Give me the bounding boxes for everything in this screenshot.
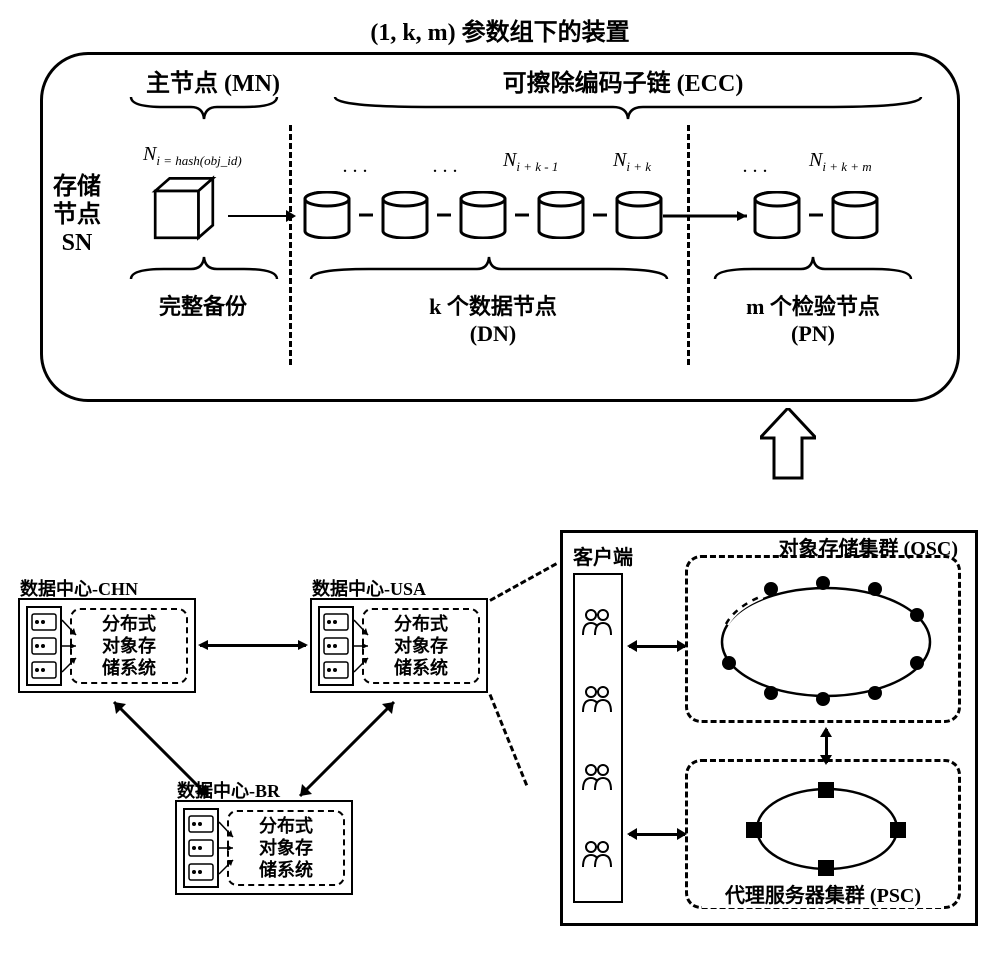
osc-ring — [706, 572, 946, 712]
dc-chn: 数据中心-CHN 分布式对象存储系统 — [18, 598, 196, 693]
server-icon — [31, 613, 57, 631]
cylinder-icon — [751, 191, 803, 239]
brace-dn — [309, 255, 669, 281]
server-icon — [323, 637, 349, 655]
psc-node — [890, 822, 906, 838]
separator-2 — [687, 125, 690, 365]
osc-title: 对象存储集群 (OSC) — [779, 532, 958, 561]
top-container: 主节点 (MN) 可擦除编码子链 (ECC) Ni = hash(obj_id)… — [40, 52, 960, 402]
client-column — [573, 573, 623, 903]
link-chn-br — [106, 694, 216, 804]
osc-node — [816, 576, 830, 590]
arrow-client-psc — [629, 833, 685, 836]
cylinder-icon — [457, 191, 509, 239]
dc-sys-label: 分布式对象存储系统 — [227, 810, 345, 886]
link-chn-usa — [200, 644, 306, 647]
big-arrow-up — [760, 408, 816, 480]
osc-box: 对象存储集群 (OSC) — [685, 555, 961, 723]
ecc-label: 可擦除编码子链 (ECC) — [363, 63, 883, 98]
dc-usa: 数据中心-USA 分布式对象存储系统 — [310, 598, 488, 693]
link-icon — [359, 210, 373, 220]
dc-sys-label: 分布式对象存储系统 — [70, 608, 188, 684]
diagram-title: (1, k, m) 参数组下的装置 — [0, 12, 1000, 47]
cylinder-icon — [829, 191, 881, 239]
mn-label: 主节点 (MN) — [103, 63, 323, 98]
node-ik-label: Ni + k — [613, 149, 651, 175]
node-i-label: Ni = hash(obj_id) — [143, 143, 242, 169]
osc-node — [816, 692, 830, 706]
cylinder-icon — [613, 191, 665, 239]
psc-node — [746, 822, 762, 838]
psc-title: 代理服务器集群 (PSC) — [702, 879, 944, 908]
people-icon — [581, 762, 615, 792]
cylinder-icon — [535, 191, 587, 239]
link-icon — [515, 210, 529, 220]
osc-node — [868, 582, 882, 596]
dc-sys-label: 分布式对象存储系统 — [362, 608, 480, 684]
server-icon — [31, 637, 57, 655]
dc-usa-title: 数据中心-USA — [312, 575, 426, 601]
separator-1 — [289, 125, 292, 365]
sn-vertical-label: 存储 节点 SN — [53, 173, 101, 257]
server-icon — [188, 863, 214, 881]
pn-label: m 个检验节点(PN) — [703, 289, 923, 347]
zoom-line-top — [489, 562, 557, 601]
link-to-pn — [663, 211, 747, 221]
psc-node — [818, 860, 834, 876]
server-icon — [323, 613, 349, 631]
osc-node — [764, 686, 778, 700]
brace-pn — [713, 255, 913, 281]
server-icon — [31, 661, 57, 679]
link-icon — [593, 210, 607, 220]
people-icon — [581, 839, 615, 869]
cylinder-icon — [379, 191, 431, 239]
link-usa-br — [292, 694, 402, 804]
server-stack — [318, 606, 354, 686]
node-ikm-label: Ni + k + m — [809, 149, 872, 175]
psc-box: 代理服务器集群 (PSC) — [685, 759, 961, 909]
dots-1: . . . — [343, 155, 368, 178]
brace-mn — [129, 95, 279, 121]
full-backup-label: 完整备份 — [123, 289, 283, 321]
osc-node — [868, 686, 882, 700]
dn-label: k 个数据节点(DN) — [363, 289, 623, 347]
arrow-cube-to-chain — [228, 215, 294, 217]
dc-br: 数据中心-BR 分布式对象存储系统 — [175, 800, 353, 895]
pn-cylinder-row — [751, 191, 881, 239]
cube-icon — [148, 173, 220, 245]
node-ik1-label: Ni + k - 1 — [503, 149, 558, 175]
osc-node — [764, 582, 778, 596]
dn-cylinder-row — [301, 191, 665, 239]
link-icon — [809, 210, 823, 220]
server-icon — [188, 815, 214, 833]
arrow-client-osc — [629, 645, 685, 648]
client-label: 客户端 — [573, 541, 633, 570]
right-detail-box: 客户端 对象存储集群 (OSC) 代理服务器集群 (PSC) — [560, 530, 978, 926]
server-stack — [26, 606, 62, 686]
psc-node — [818, 782, 834, 798]
osc-node — [722, 656, 736, 670]
osc-node — [910, 656, 924, 670]
dots-2: . . . — [433, 155, 458, 178]
brace-ecc — [333, 95, 923, 121]
zoom-line-bot — [489, 694, 528, 786]
people-icon — [581, 684, 615, 714]
brace-backup — [129, 255, 279, 281]
server-stack — [183, 808, 219, 888]
dc-chn-title: 数据中心-CHN — [20, 575, 138, 601]
arrow-osc-psc — [825, 729, 828, 763]
cylinder-icon — [301, 191, 353, 239]
link-icon — [437, 210, 451, 220]
server-icon — [323, 661, 349, 679]
dots-3: . . . — [743, 155, 768, 178]
osc-node — [910, 608, 924, 622]
people-icon — [581, 607, 615, 637]
server-icon — [188, 839, 214, 857]
